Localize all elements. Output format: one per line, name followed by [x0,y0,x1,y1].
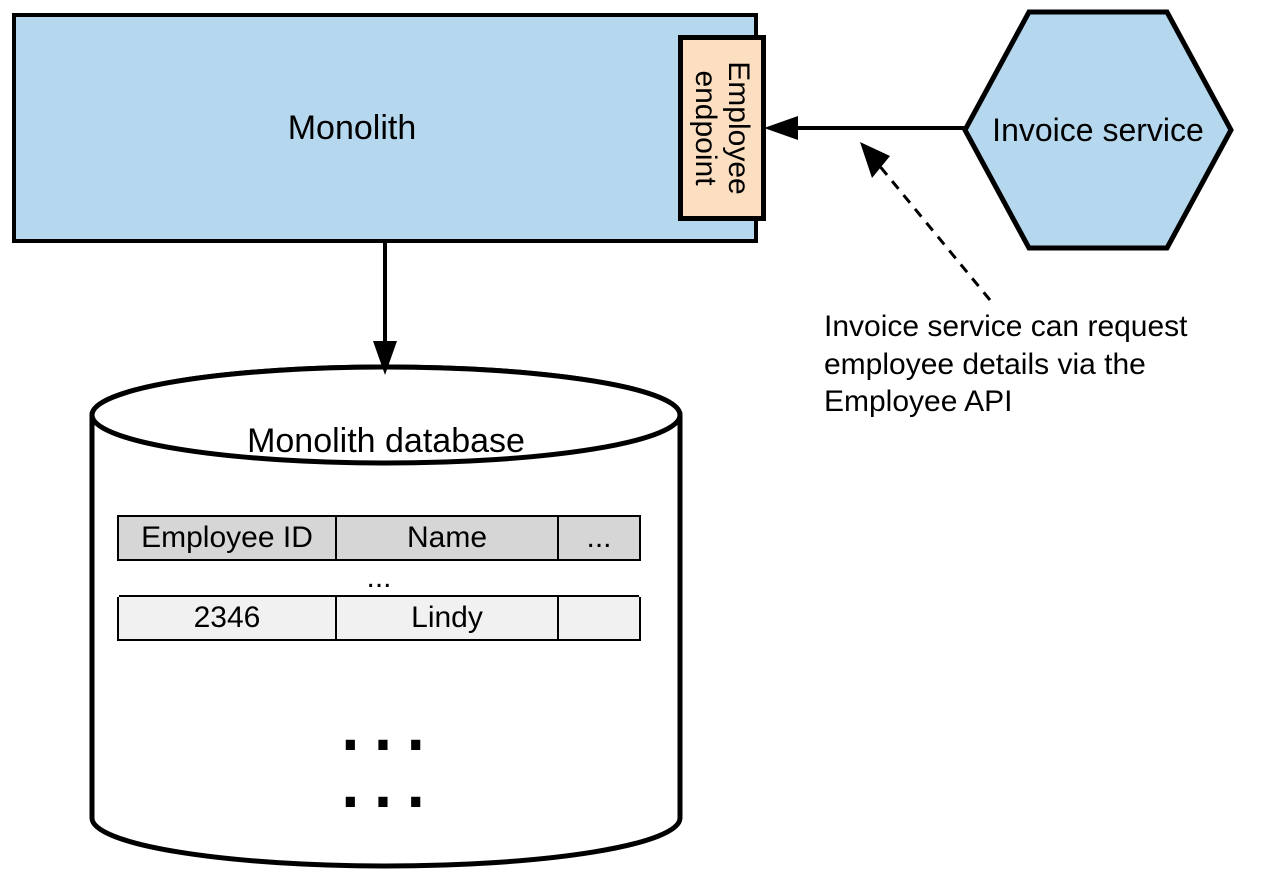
database-label: Monolith database [88,422,684,461]
table-cell-more [558,596,640,640]
table-header-id: Employee ID [118,516,336,560]
monolith-label: Monolith [12,13,692,243]
table-cell-id: 2346 [118,596,336,640]
employee-table: Employee ID Name ... ... 2346 Lindy [117,515,641,641]
employee-endpoint-box: Employee endpoint [678,35,766,221]
ellipsis-row-2: ... [88,755,684,795]
table-gap: ... [118,560,640,596]
table-header-name: Name [336,516,558,560]
table-header-more: ... [558,516,640,560]
annotation-text: Invoice service can request employee det… [824,308,1188,421]
table-cell-name: Lindy [336,596,558,640]
